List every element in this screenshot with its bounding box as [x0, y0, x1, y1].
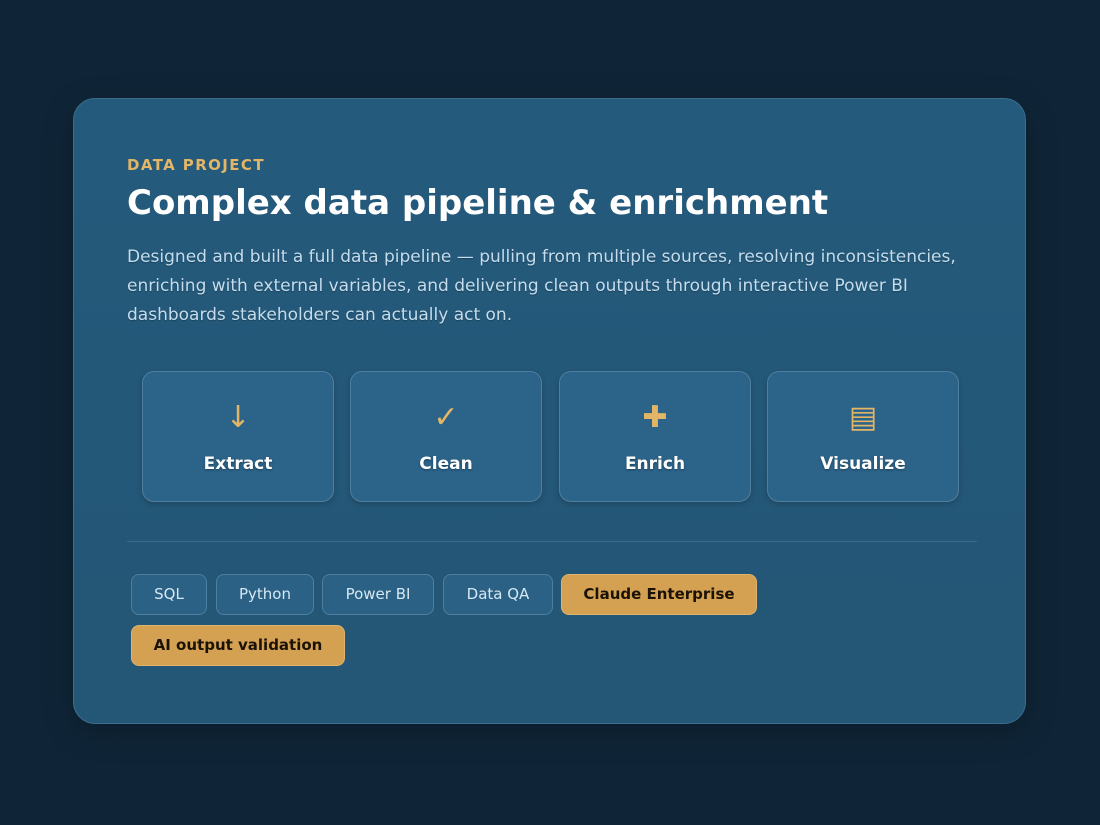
tag-python[interactable]: Python [216, 574, 314, 615]
step-label: Clean [419, 454, 473, 474]
step-label: Enrich [624, 454, 686, 474]
arrow-down-icon: ↓ [225, 400, 251, 435]
tag-power-bi[interactable]: Power BI [322, 574, 434, 615]
tag-ai-output-validation[interactable]: AI output validation [131, 625, 345, 666]
project-description: Designed and built a full data pipeline … [127, 247, 956, 325]
pipeline-steps: ↓ Extract ✓ Clean ✚ Enrich ▤ Visualize [142, 371, 962, 503]
tag-sql[interactable]: SQL [131, 574, 207, 615]
step-clean[interactable]: ✓ Clean [350, 371, 542, 502]
project-card: DATA PROJECT Complex data pipeline & enr… [73, 98, 1026, 724]
section-divider [127, 541, 977, 542]
step-extract[interactable]: ↓ Extract [142, 371, 334, 502]
step-visualize[interactable]: ▤ Visualize [767, 371, 959, 502]
project-title: Complex data pipeline & enrichment [127, 183, 829, 223]
step-enrich[interactable]: ✚ Enrich [559, 371, 751, 502]
step-label: Extract [203, 454, 273, 474]
tag-data-qa[interactable]: Data QA [443, 574, 553, 615]
plus-icon: ✚ [642, 400, 668, 435]
report-icon: ▤ [848, 400, 878, 435]
tag-claude-enterprise[interactable]: Claude Enterprise [561, 574, 757, 615]
project-category: DATA PROJECT [127, 156, 265, 174]
step-label: Visualize [820, 454, 906, 474]
checkmark-icon: ✓ [433, 400, 459, 435]
